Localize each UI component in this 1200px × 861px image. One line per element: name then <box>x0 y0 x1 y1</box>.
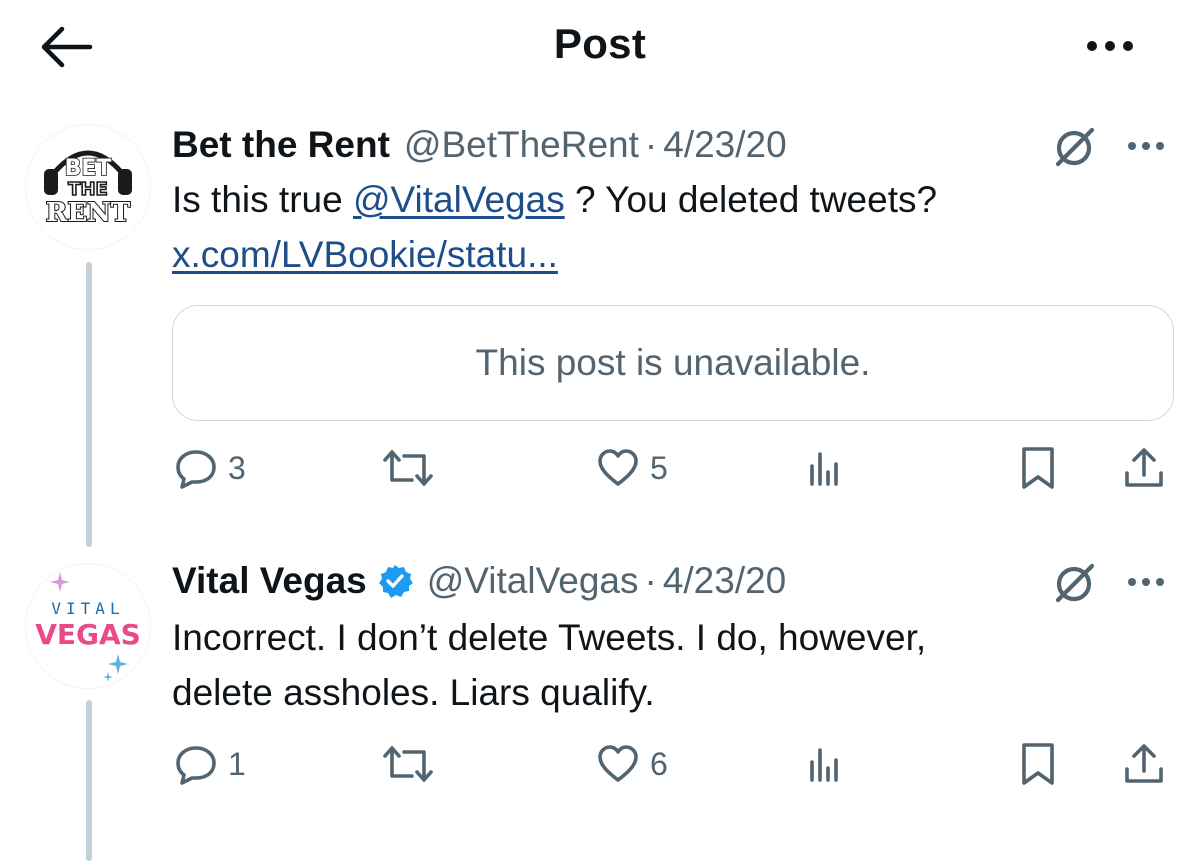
like-button[interactable]: 6 <box>596 734 668 794</box>
mention-link[interactable]: @VitalVegas <box>353 179 565 220</box>
page-title: Post <box>553 20 647 67</box>
tweet-text-line: delete assholes. Liars qualify. <box>172 672 655 713</box>
reply-count: 1 <box>228 745 246 782</box>
grok-icon <box>1055 563 1095 603</box>
author-handle[interactable]: @BetTheRent <box>404 124 639 166</box>
reply-icon <box>176 450 216 489</box>
tweet-text: Is this true @VitalVegas ? You deleted t… <box>172 172 1172 282</box>
repost-icon <box>383 746 433 782</box>
views-button[interactable] <box>806 438 846 498</box>
tweet-text-line: Incorrect. I don’t delete Tweets. I do, … <box>172 617 927 658</box>
analytics-icon <box>810 748 838 782</box>
tweet-more-button[interactable] <box>1118 128 1174 164</box>
more-horizontal-icon <box>1128 578 1164 586</box>
author-handle[interactable]: @VitalVegas <box>427 560 639 602</box>
tweet-text-segment: Is this true <box>172 179 353 220</box>
verified-badge <box>377 563 413 599</box>
bookmark-button[interactable] <box>1018 734 1058 794</box>
author-name[interactable]: Vital Vegas <box>172 560 367 602</box>
tweet-text-segment: ? You deleted tweets? <box>564 179 938 220</box>
heart-icon <box>598 745 638 782</box>
more-options-button[interactable] <box>1080 28 1140 64</box>
views-button[interactable] <box>806 734 846 794</box>
more-horizontal-icon <box>1128 142 1164 150</box>
bookmark-icon <box>1022 743 1054 785</box>
grok-button[interactable] <box>1052 124 1098 170</box>
grok-button[interactable] <box>1052 560 1098 606</box>
like-count: 6 <box>650 745 668 782</box>
reply-button[interactable]: 1 <box>174 734 246 794</box>
repost-button[interactable] <box>382 438 434 498</box>
tweet-more-button[interactable] <box>1118 564 1174 600</box>
tweet-header: Vital Vegas @VitalVegas · 4/23/20 <box>172 556 786 606</box>
separator-dot: · <box>644 560 657 601</box>
share-icon <box>1125 448 1163 487</box>
action-bar: 3 5 <box>0 438 1200 498</box>
heart-icon <box>598 449 638 486</box>
author-name[interactable]: Bet the Rent <box>172 124 390 166</box>
tweet-text: Incorrect. I don’t delete Tweets. I do, … <box>172 610 1172 720</box>
reply-count: 3 <box>228 449 246 486</box>
bookmark-button[interactable] <box>1018 438 1058 498</box>
share-button[interactable] <box>1122 438 1166 498</box>
post-date[interactable]: 4/23/20 <box>663 124 786 166</box>
share-button[interactable] <box>1122 734 1166 794</box>
top-bar: Post <box>0 0 1200 95</box>
action-bar: 1 6 <box>0 734 1200 794</box>
verified-badge-icon <box>378 565 413 598</box>
analytics-icon <box>810 452 838 486</box>
quoted-post-unavailable: This post is unavailable. <box>172 305 1174 421</box>
reply-icon <box>176 746 216 785</box>
bookmark-icon <box>1022 447 1054 489</box>
share-icon <box>1125 744 1163 783</box>
reply-button[interactable]: 3 <box>174 438 246 498</box>
post-date[interactable]: 4/23/20 <box>663 560 786 602</box>
tweet-header: Bet the Rent @BetTheRent · 4/23/20 <box>172 120 787 170</box>
url-link[interactable]: x.com/LVBookie/statu... <box>172 234 558 275</box>
more-horizontal-icon <box>1087 41 1133 51</box>
tweet[interactable]: Vital Vegas @VitalVegas · 4/23/20 Incorr… <box>0 556 1200 861</box>
like-button[interactable]: 5 <box>596 438 668 498</box>
unavailable-label: This post is unavailable. <box>475 342 871 383</box>
separator-dot: · <box>644 124 658 165</box>
repost-button[interactable] <box>382 734 434 794</box>
like-count: 5 <box>650 449 668 486</box>
grok-icon <box>1055 127 1095 167</box>
repost-icon <box>383 450 433 486</box>
